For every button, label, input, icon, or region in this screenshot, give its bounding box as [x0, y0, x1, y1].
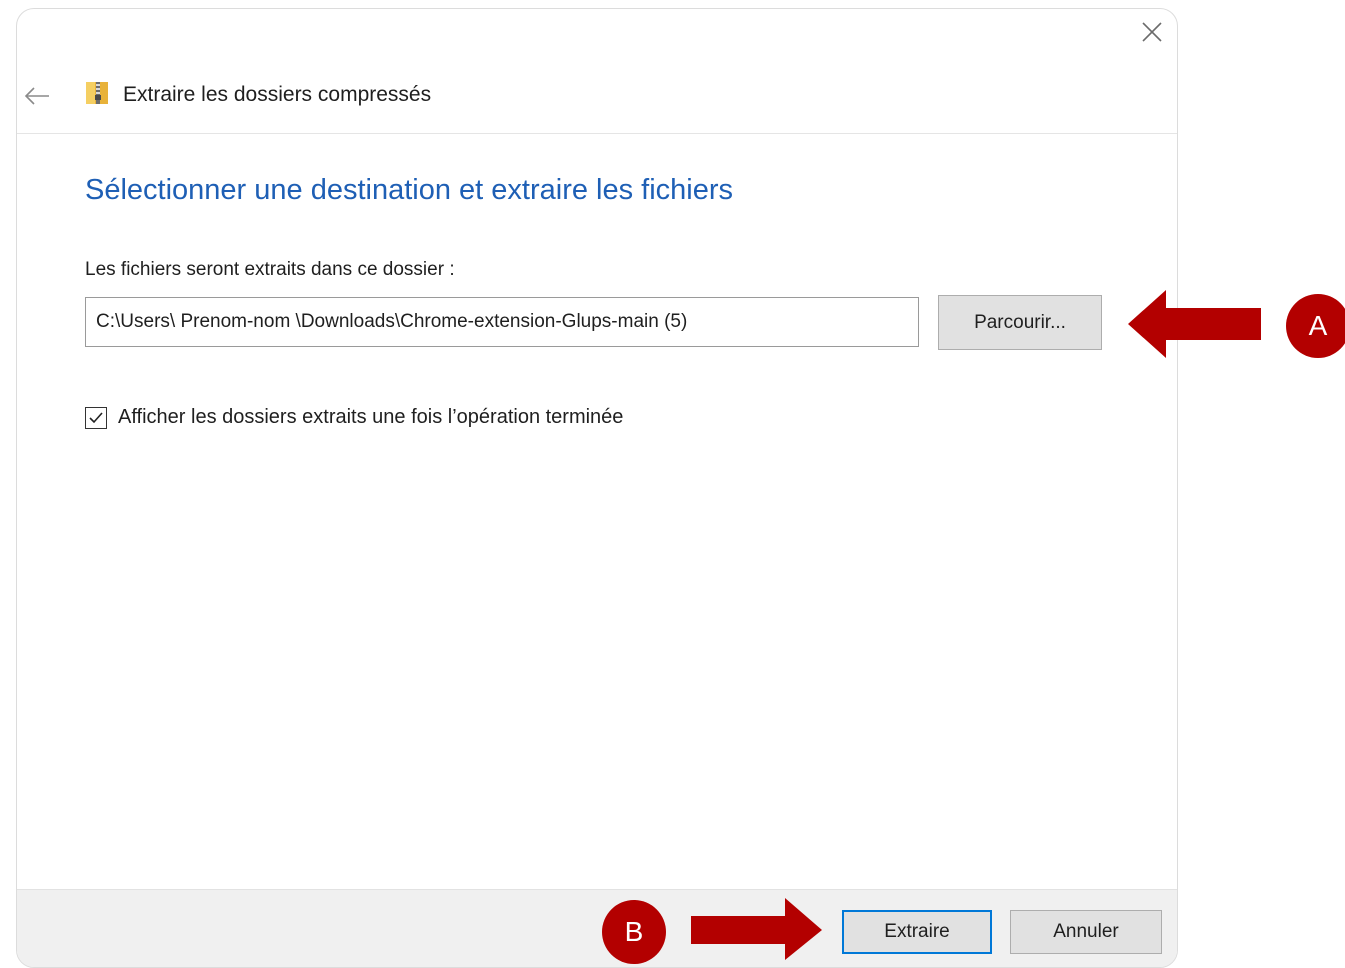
annotation-arrow-a-icon [1128, 290, 1261, 358]
title-bar: Extraire les dossiers compressés [17, 61, 1177, 134]
show-extracted-checkbox[interactable] [85, 407, 107, 429]
cancel-button[interactable]: Annuler [1010, 910, 1162, 954]
browse-button[interactable]: Parcourir... [938, 295, 1102, 350]
checkmark-icon [89, 412, 103, 424]
annotation-badge-b: B [602, 900, 666, 964]
window-title: Extraire les dossiers compressés [123, 83, 432, 106]
dialog-footer: Extraire Annuler [17, 889, 1177, 967]
page-heading: Sélectionner une destination et extraire… [85, 174, 734, 206]
close-icon[interactable] [1137, 17, 1167, 47]
destination-label: Les fichiers seront extraits dans ce dos… [85, 259, 455, 280]
arrow-left-icon[interactable] [23, 85, 51, 107]
show-extracted-label[interactable]: Afficher les dossiers extraits une fois … [118, 406, 623, 429]
annotation-arrow-b-icon [691, 898, 822, 960]
extract-dialog: Extraire les dossiers compressés Sélecti… [16, 8, 1178, 968]
extract-button[interactable]: Extraire [842, 910, 992, 954]
annotation-badge-a: A [1286, 294, 1345, 358]
destination-path-input[interactable] [85, 297, 919, 347]
zip-folder-icon [85, 79, 109, 105]
